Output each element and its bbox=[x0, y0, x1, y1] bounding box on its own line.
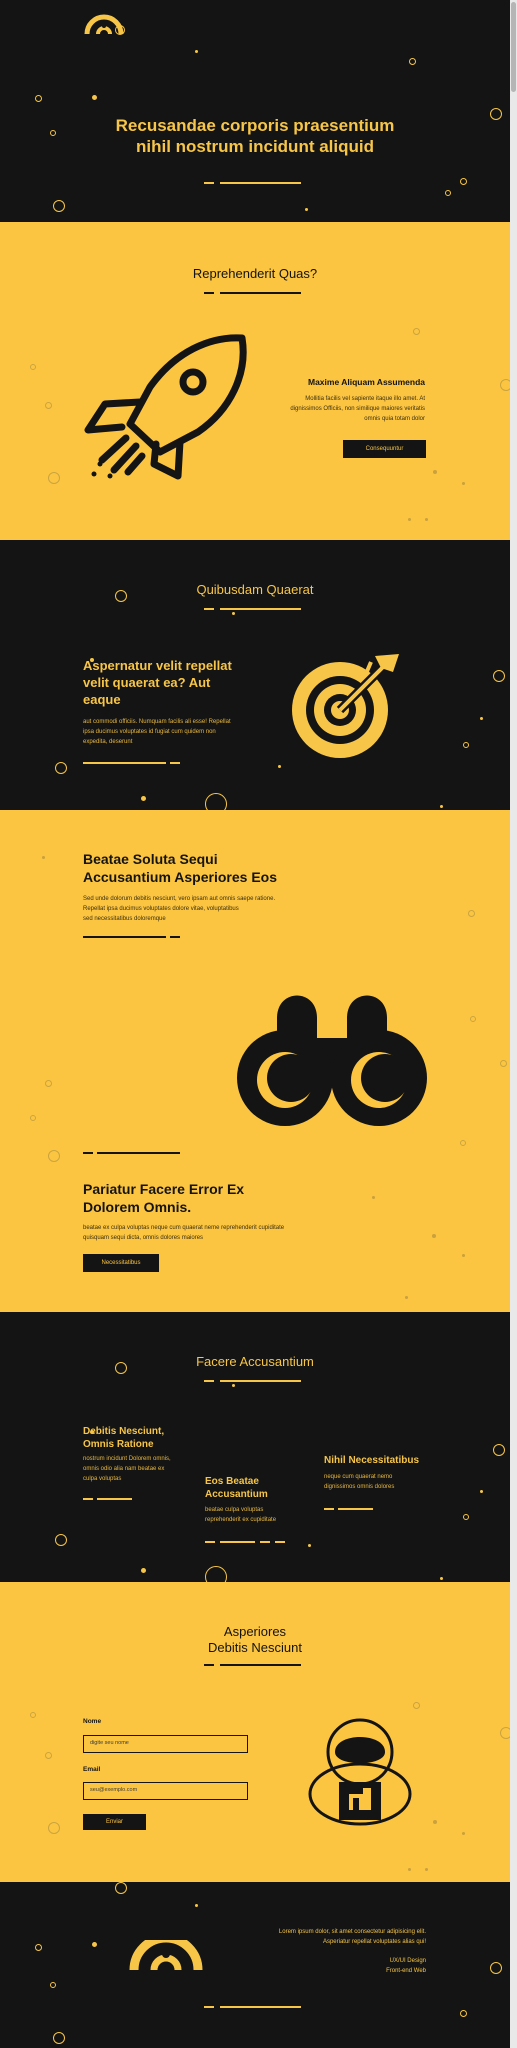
footer-roles: UX/UI Design Front-end Web bbox=[386, 1958, 426, 1974]
binoculars-icon bbox=[237, 995, 427, 1126]
section-title: Asperiores Debitis Nesciunt bbox=[208, 1624, 302, 1655]
name-field[interactable]: digite seu nome bbox=[83, 1735, 248, 1753]
service-text: neque cum quaerat nemo dignissimos omnis… bbox=[324, 1474, 395, 1490]
service-text: beatae culpa voluptas reprehenderit ex c… bbox=[205, 1507, 277, 1523]
name-label: Nome bbox=[83, 1718, 102, 1725]
hero-section: Recusandae corporis praesentium nihil no… bbox=[0, 0, 510, 222]
email-field[interactable]: seu@exemplo.com bbox=[83, 1782, 248, 1800]
service-title: Nihil Necessitatibus bbox=[324, 1455, 420, 1466]
rocket-icon bbox=[84, 334, 247, 480]
submit-button[interactable]: Enviar bbox=[83, 1814, 146, 1830]
section-title: Reprehenderit Quas? bbox=[192, 266, 318, 281]
section-text: aut commodi officiis. Numquam facilis al… bbox=[83, 719, 231, 745]
scrollbar-thumb[interactable] bbox=[511, 2, 516, 92]
section-subtitle: Aspernatur velit repellat velit quaerat … bbox=[83, 658, 232, 707]
footer: Lorem ipsum dolor, sit amet consectetur … bbox=[0, 1882, 510, 2048]
target-section: Quibusdam Quaerat Aspernatur velit repel… bbox=[0, 540, 510, 810]
section-text: Sed unde dolorum debitis nesciunt, vero … bbox=[83, 896, 276, 922]
contact-section: Asperiores Debitis Nesciunt Nome digite … bbox=[0, 1582, 510, 1882]
divider bbox=[220, 182, 301, 184]
section-text: beatae ex culpa voluptas neque cum quaer… bbox=[83, 1225, 285, 1241]
consequuntur-button[interactable]: Consequuntur bbox=[343, 440, 426, 458]
service-title: Debitis Nesciunt, Omnis Ratione bbox=[83, 1426, 165, 1450]
service-title: Eos Beatae Accusantium bbox=[205, 1476, 268, 1500]
section-subtitle: Pariatur Facere Error Ex Dolorem Omnis. bbox=[83, 1181, 245, 1215]
section-title: Quibusdam Quaerat bbox=[196, 582, 314, 597]
scrollbar[interactable] bbox=[510, 0, 517, 2048]
section-title: Beatae Soluta Sequi Accusantium Asperior… bbox=[83, 851, 277, 885]
service-text: nostrum incidunt Dolorem omnis, omnis od… bbox=[83, 1456, 171, 1482]
features-section: Reprehenderit Quas? Maxime Aliquam Assum… bbox=[0, 222, 510, 540]
card-title: Maxime Aliquam Assumenda bbox=[308, 377, 425, 387]
necessitatibus-button[interactable]: Necessitatibus bbox=[83, 1254, 159, 1272]
email-label: Email bbox=[83, 1766, 101, 1773]
logo-icon[interactable] bbox=[128, 1940, 204, 1972]
target-icon bbox=[292, 654, 399, 758]
divider bbox=[204, 182, 214, 184]
astronaut-icon bbox=[308, 1718, 412, 1826]
hero-title: Recusandae corporis praesentium nihil no… bbox=[115, 116, 395, 156]
page: Recusandae corporis praesentium nihil no… bbox=[0, 0, 510, 2048]
card-text: Mollitia facilis vel sapiente itaque ill… bbox=[290, 396, 425, 422]
services-section: Facere Accusantium Debitis Nesciunt, Omn… bbox=[0, 1312, 510, 1582]
footer-text: Lorem ipsum dolor, sit amet consectetur … bbox=[278, 1929, 426, 1945]
section-title: Facere Accusantium bbox=[196, 1354, 314, 1369]
explore-section: Beatae Soluta Sequi Accusantium Asperior… bbox=[0, 810, 510, 1312]
